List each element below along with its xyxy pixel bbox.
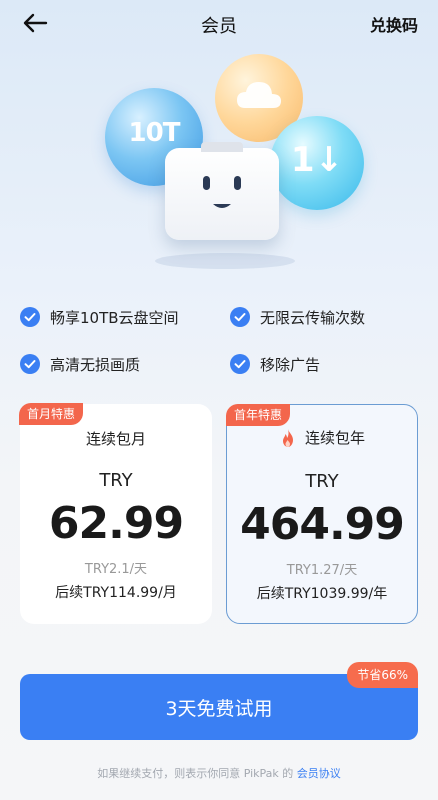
terms-note: 如果继续支付，则表示你同意 PikPak 的 会员协议 — [0, 765, 438, 781]
feature-label: 畅享10TB云盘空间 — [50, 308, 179, 327]
mascot-robot — [165, 142, 279, 240]
mascot-top — [201, 142, 243, 152]
transfer-arrows-icon: 1↓ — [290, 140, 344, 180]
plan-name-row: 连续包年 — [227, 427, 417, 448]
header-bar: 会员 兑换码 — [0, 0, 438, 46]
plan-card-yearly[interactable]: 首年特惠 连续包年 TRY 464.99 TRY1.27/天 后续TRY1039… — [226, 404, 418, 624]
plan-name: 连续包年 — [304, 429, 365, 447]
plan-currency: TRY — [305, 471, 339, 492]
plan-daily-price: TRY2.1/天 — [84, 562, 148, 577]
check-circle-icon — [20, 307, 40, 327]
savings-badge: 节省66% — [347, 662, 418, 688]
plan-renewal-price: 后续TRY1039.99/年 — [256, 586, 388, 602]
plan-name: 连续包月 — [85, 430, 146, 448]
check-circle-icon — [230, 354, 250, 374]
plan-card-monthly[interactable]: 首月特惠 连续包月 TRY 62.99 TRY2.1/天 后续TRY114.99… — [19, 403, 212, 624]
mascot-face-icon — [203, 176, 241, 208]
feature-transfer: 无限云传输次数 — [230, 305, 365, 329]
plan-promo-badge: 首年特惠 — [226, 404, 291, 426]
plan-renewal-price: 后续TRY114.99/月 — [55, 585, 177, 601]
transfer-bubble: 1↓ — [270, 116, 364, 210]
storage-badge-text: 10T — [128, 118, 181, 148]
plan-currency: TRY — [99, 470, 133, 491]
mascot-shadow — [155, 253, 295, 269]
plan-daily-price: TRY1.27/天 — [286, 563, 358, 578]
flame-icon — [282, 428, 293, 447]
redeem-code-link[interactable]: 兑换码 — [370, 12, 418, 36]
feature-label: 移除广告 — [260, 355, 321, 374]
terms-note-text: 如果继续支付，则表示你同意 PikPak 的 — [97, 767, 294, 780]
check-circle-icon — [20, 354, 40, 374]
check-circle-icon — [230, 307, 250, 327]
feature-label: 无限云传输次数 — [260, 308, 366, 327]
feature-quality: 高清无损画质 — [20, 352, 140, 376]
plan-price: 62.99 — [48, 498, 184, 549]
hero-illustration: 10T 1↓ — [95, 48, 375, 278]
feature-no-ads: 移除广告 — [230, 352, 320, 376]
feature-label: 高清无损画质 — [50, 355, 141, 374]
plan-promo-badge: 首月特惠 — [19, 403, 84, 425]
membership-agreement-link[interactable]: 会员协议 — [297, 767, 341, 780]
feature-storage: 畅享10TB云盘空间 — [20, 305, 179, 329]
plan-price: 464.99 — [240, 499, 405, 550]
